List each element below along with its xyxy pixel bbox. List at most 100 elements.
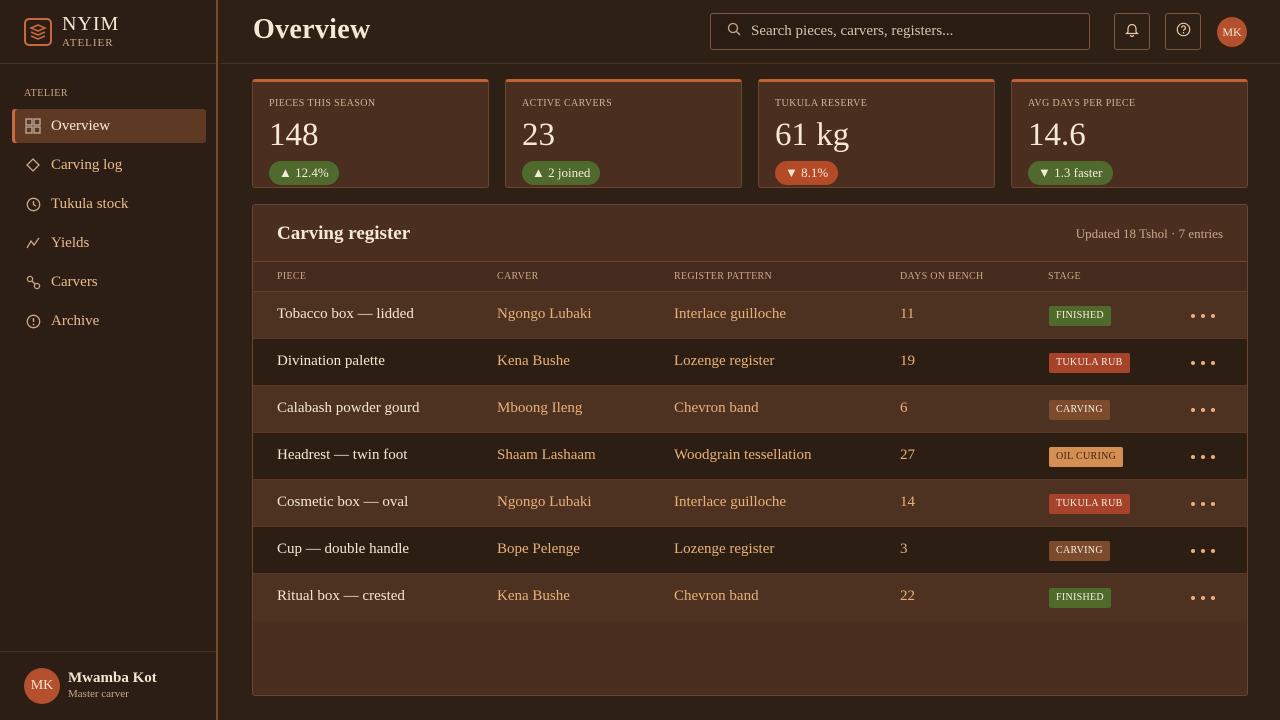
row-menu-button[interactable] [1191, 353, 1215, 373]
stat-value: 14.6 [1028, 117, 1086, 153]
sidebar-item-label: Carving log [51, 156, 123, 173]
table-row[interactable]: Calabash powder gourd Mboong Ileng Chevr… [253, 386, 1247, 433]
carver-cell[interactable]: Ngongo Lubaki [497, 306, 592, 323]
piece-cell: Ritual box — crested [277, 588, 405, 604]
trend-badge: ▲ 12.4% [269, 161, 339, 185]
piece-cell: Cup — double handle [277, 541, 410, 557]
table-row[interactable]: Ritual box — crested Kena Bushe Chevron … [253, 574, 1247, 621]
row-menu-button[interactable] [1191, 588, 1215, 608]
brand[interactable]: NYIM ATELIER [0, 0, 216, 64]
table-row[interactable]: Tobacco box — lidded Ngongo Lubaki Inter… [253, 292, 1247, 339]
help-button[interactable] [1165, 13, 1201, 50]
trend-badge: ▼ 1.3 faster [1028, 161, 1113, 185]
piece-cell: Headrest — twin foot [277, 447, 408, 463]
sidebar-item-label: Carvers [51, 273, 98, 290]
trend-badge: ▼ 8.1% [775, 161, 839, 185]
archive-icon [25, 313, 41, 329]
stat-card-pieces[interactable]: PIECES THIS SEASON 148 ▲ 12.4% [252, 79, 489, 188]
diamond-icon [25, 157, 41, 173]
piece-cell: Cosmetic box — oval [277, 494, 409, 510]
user-role: Master carver [68, 688, 129, 700]
stat-label: ACTIVE CARVERS [522, 98, 613, 109]
sidebar-item-label: Overview [51, 117, 111, 134]
stat-label: AVG DAYS PER PIECE [1028, 98, 1136, 109]
carver-cell[interactable]: Kena Bushe [497, 588, 570, 605]
days-cell: 27 [900, 447, 915, 463]
carvers-icon [25, 274, 41, 290]
panel-title: Carving register [277, 223, 411, 244]
clock-icon [25, 196, 41, 212]
column-header-piece[interactable]: PIECE [277, 271, 306, 282]
table-row[interactable]: Cosmetic box — oval Ngongo Lubaki Interl… [253, 480, 1247, 527]
grid-icon [25, 118, 41, 134]
column-header-stage[interactable]: STAGE [1048, 271, 1081, 282]
table-row[interactable]: Headrest — twin foot Shaam Lashaam Woodg… [253, 433, 1247, 480]
stat-label: TUKULA RESERVE [775, 98, 868, 109]
piece-cell: Tobacco box — lidded [277, 306, 414, 322]
row-menu-button[interactable] [1191, 447, 1215, 467]
user-profile[interactable]: MK Mwamba Kot Master carver [0, 651, 216, 720]
days-cell: 22 [900, 588, 915, 604]
stage-badge: CARVING [1049, 541, 1110, 561]
sidebar: NYIM ATELIER ATELIER Overview Carving lo… [0, 0, 218, 720]
stage-badge: OIL CURING [1049, 447, 1124, 467]
row-menu-button[interactable] [1191, 494, 1215, 514]
sidebar-item-yields[interactable]: Yields [12, 226, 206, 260]
pattern-cell: Interlace guilloche [674, 306, 787, 322]
bell-icon [1125, 22, 1139, 42]
nav-section-label: ATELIER [24, 88, 69, 99]
sidebar-item-carving-log[interactable]: Carving log [12, 148, 206, 182]
sidebar-nav: Overview Carving log Tukula stock Yields… [12, 109, 206, 343]
column-header-carver[interactable]: CARVER [497, 271, 539, 282]
row-menu-button[interactable] [1191, 400, 1215, 420]
sidebar-item-label: Archive [51, 312, 100, 329]
table-row[interactable]: Divination palette Kena Bushe Lozenge re… [253, 339, 1247, 386]
trend-icon [25, 235, 41, 251]
pattern-cell: Lozenge register [674, 353, 775, 369]
column-header-days[interactable]: DAYS ON BENCH [900, 271, 984, 282]
piece-cell: Divination palette [277, 353, 385, 369]
stat-card-carvers[interactable]: ACTIVE CARVERS 23 ▲ 2 joined [505, 79, 742, 188]
panel-meta: Updated 18 Tshol · 7 entries [1075, 226, 1223, 241]
sidebar-item-overview[interactable]: Overview [12, 109, 206, 143]
stat-label: PIECES THIS SEASON [269, 98, 376, 109]
page-title: Overview [253, 14, 371, 45]
stat-value: 61 kg [775, 117, 850, 153]
stat-card-tukula[interactable]: TUKULA RESERVE 61 kg ▼ 8.1% [758, 79, 995, 188]
sidebar-item-archive[interactable]: Archive [12, 304, 206, 338]
pattern-cell: Chevron band [674, 588, 759, 604]
avatar: MK [24, 668, 60, 704]
carver-cell[interactable]: Mboong Ileng [497, 400, 582, 417]
stage-badge: CARVING [1049, 400, 1110, 420]
brand-name: NYIM [62, 12, 120, 35]
carver-cell[interactable]: Kena Bushe [497, 353, 570, 370]
table-header: PIECE CARVER REGISTER PATTERN DAYS ON BE… [253, 261, 1247, 292]
pattern-cell: Chevron band [674, 400, 759, 416]
stat-card-avg-days[interactable]: AVG DAYS PER PIECE 14.6 ▼ 1.3 faster [1011, 79, 1248, 188]
pattern-cell: Woodgrain tessellation [674, 447, 812, 463]
carver-cell[interactable]: Bope Pelenge [497, 541, 580, 558]
search-bar[interactable] [710, 13, 1090, 50]
days-cell: 19 [900, 353, 915, 369]
stat-value: 148 [269, 117, 319, 153]
brand-subtitle: ATELIER [62, 36, 114, 49]
stage-badge: FINISHED [1049, 588, 1111, 608]
carver-cell[interactable]: Shaam Lashaam [497, 447, 596, 464]
sidebar-item-carvers[interactable]: Carvers [12, 265, 206, 299]
stage-badge: FINISHED [1049, 306, 1111, 326]
days-cell: 11 [900, 306, 915, 322]
stat-value: 23 [522, 117, 555, 153]
row-menu-button[interactable] [1191, 541, 1215, 561]
header-avatar[interactable]: MK [1217, 17, 1247, 47]
table-row[interactable]: Cup — double handle Bope Pelenge Lozenge… [253, 527, 1247, 574]
column-header-pattern[interactable]: REGISTER PATTERN [674, 271, 772, 282]
notifications-button[interactable] [1114, 13, 1150, 50]
row-menu-button[interactable] [1191, 306, 1215, 326]
sidebar-item-label: Yields [51, 234, 90, 251]
carving-register-panel: Carving register Updated 18 Tshol · 7 en… [252, 204, 1248, 696]
carver-cell[interactable]: Ngongo Lubaki [497, 494, 592, 511]
piece-cell: Calabash powder gourd [277, 400, 420, 416]
search-input[interactable] [751, 23, 1071, 40]
days-cell: 3 [900, 541, 908, 557]
sidebar-item-tukula-stock[interactable]: Tukula stock [12, 187, 206, 221]
